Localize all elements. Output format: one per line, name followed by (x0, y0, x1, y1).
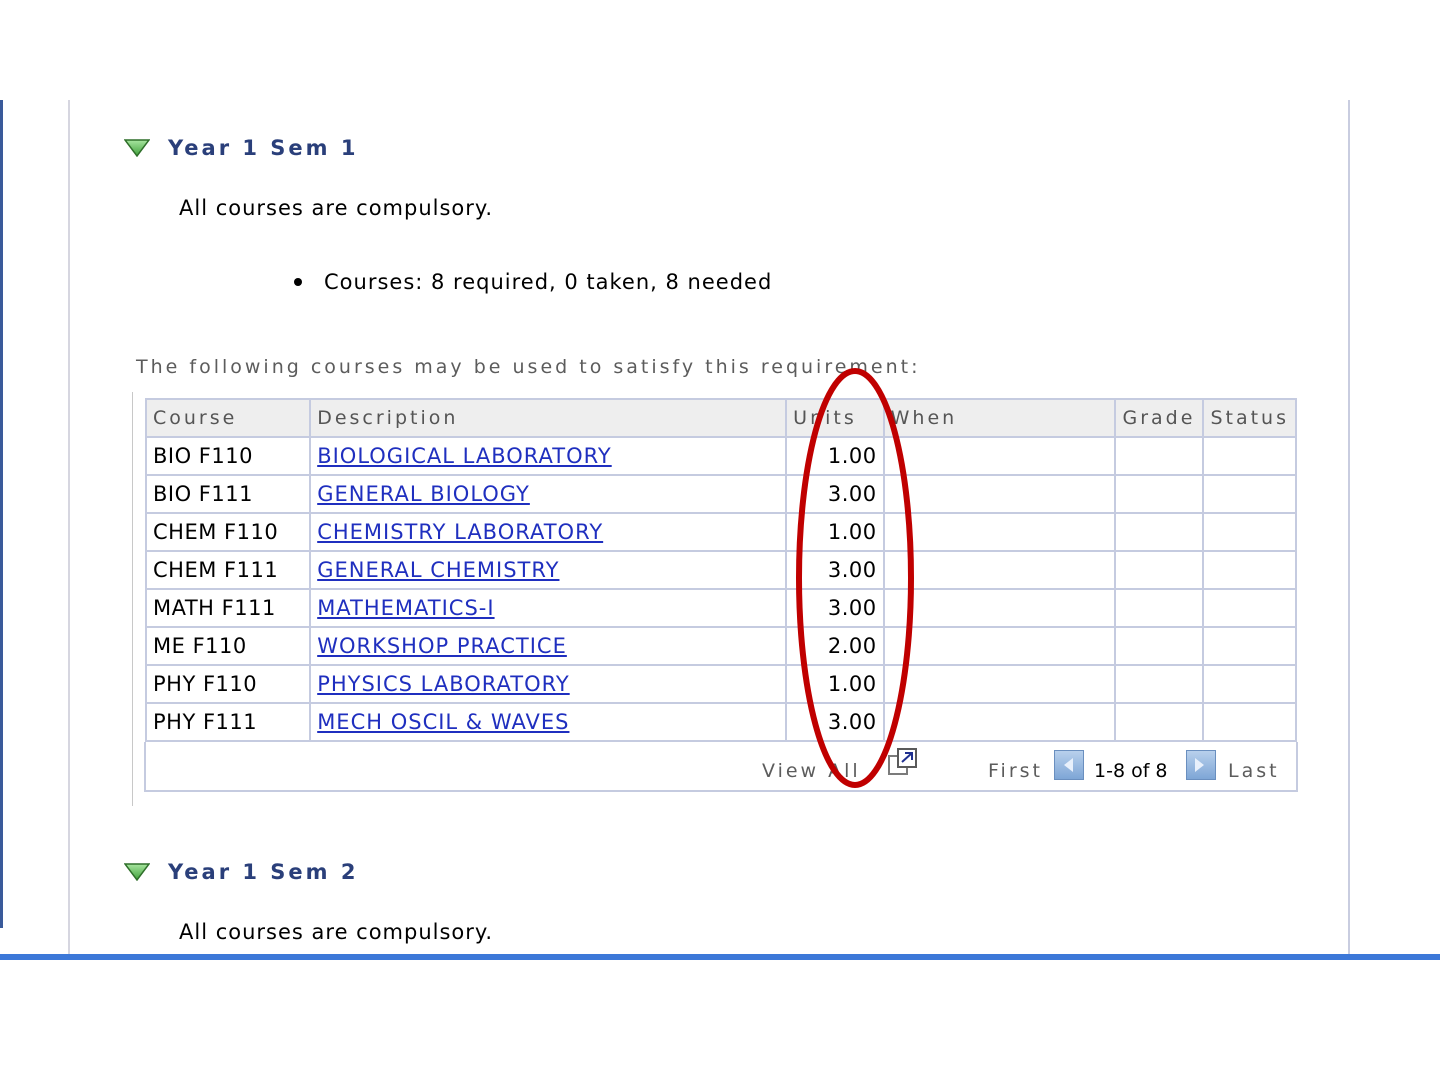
previous-page-button[interactable] (1054, 750, 1084, 780)
next-page-button[interactable] (1186, 750, 1216, 780)
course-description-link[interactable]: GENERAL BIOLOGY (317, 482, 530, 506)
collapse-triangle-icon[interactable] (124, 863, 150, 881)
course-grade (1114, 436, 1205, 476)
arrow-left-icon (1064, 758, 1073, 772)
course-when (882, 626, 1117, 666)
new-window-icon[interactable] (888, 748, 920, 778)
course-when (882, 436, 1117, 476)
course-description-link[interactable]: WORKSHOP PRACTICE (317, 634, 567, 658)
course-status (1202, 626, 1297, 666)
course-description-cell: MATHEMATICS-I (309, 588, 788, 628)
course-code: ME F110 (144, 626, 312, 666)
table-row: BIO F110 BIOLOGICAL LABORATORY 1.00 (144, 436, 1297, 476)
course-description-cell: GENERAL CHEMISTRY (309, 550, 788, 590)
course-grade (1114, 588, 1205, 628)
course-description-link[interactable]: MATHEMATICS-I (317, 596, 494, 620)
course-when (882, 474, 1117, 514)
course-status (1202, 436, 1297, 476)
section-title: Year 1 Sem 2 (168, 860, 359, 884)
header-grade: Grade (1114, 398, 1205, 438)
page-range: 1-8 of 8 (1094, 760, 1168, 782)
course-units: 3.00 (785, 474, 885, 514)
frame-right-border (1348, 100, 1350, 960)
arrow-right-icon (1195, 758, 1204, 772)
requirement-line: Courses: 8 required, 0 taken, 8 needed (294, 270, 772, 294)
bottom-blue-bar (0, 954, 1440, 960)
course-status (1202, 588, 1297, 628)
course-grade (1114, 702, 1205, 742)
course-description-link[interactable]: MECH OSCIL & WAVES (317, 710, 569, 734)
header-status: Status (1202, 398, 1297, 438)
course-description-cell: BIOLOGICAL LABORATORY (309, 436, 788, 476)
first-page-link[interactable]: First (988, 760, 1043, 782)
header-description: Description (309, 398, 788, 438)
course-code: PHY F110 (144, 664, 312, 704)
course-when (882, 702, 1117, 742)
section-title: Year 1 Sem 1 (168, 136, 359, 160)
course-status (1202, 512, 1297, 552)
section-header-year1-sem1[interactable]: Year 1 Sem 1 (124, 136, 358, 160)
frame-left-border (68, 100, 70, 960)
course-description-cell: GENERAL BIOLOGY (309, 474, 788, 514)
course-code: MATH F111 (144, 588, 312, 628)
section-header-year1-sem2[interactable]: Year 1 Sem 2 (124, 860, 358, 884)
course-units: 3.00 (785, 702, 885, 742)
courses-intro-text: The following courses may be used to sat… (136, 356, 921, 378)
course-description-link[interactable]: CHEMISTRY LABORATORY (317, 520, 603, 544)
section-note: All courses are compulsory. (179, 196, 494, 220)
collapse-triangle-icon[interactable] (124, 139, 150, 157)
course-code: PHY F111 (144, 702, 312, 742)
header-course: Course (144, 398, 312, 438)
course-units: 1.00 (785, 512, 885, 552)
course-code: BIO F110 (144, 436, 312, 476)
course-when (882, 664, 1117, 704)
table-header-row: Course Description Units When Grade Stat… (144, 398, 1297, 438)
table-row: BIO F111 GENERAL BIOLOGY 3.00 (144, 474, 1297, 514)
header-when: When (882, 398, 1117, 438)
table-row: PHY F111 MECH OSCIL & WAVES 3.00 (144, 702, 1297, 742)
requirement-text: Courses: 8 required, 0 taken, 8 needed (324, 270, 773, 294)
last-page-link[interactable]: Last (1228, 760, 1280, 782)
table-row: CHEM F110 CHEMISTRY LABORATORY 1.00 (144, 512, 1297, 552)
section-note: All courses are compulsory. (179, 920, 494, 944)
course-grade (1114, 512, 1205, 552)
course-grade (1114, 626, 1205, 666)
course-status (1202, 702, 1297, 742)
course-description-cell: CHEMISTRY LABORATORY (309, 512, 788, 552)
course-status (1202, 664, 1297, 704)
course-description-cell: PHYSICS LABORATORY (309, 664, 788, 704)
course-description-link[interactable]: GENERAL CHEMISTRY (317, 558, 559, 582)
left-border (0, 100, 3, 928)
course-status (1202, 550, 1297, 590)
course-units: 2.00 (785, 626, 885, 666)
table-row: MATH F111 MATHEMATICS-I 3.00 (144, 588, 1297, 628)
course-grade (1114, 474, 1205, 514)
course-when (882, 588, 1117, 628)
course-description-cell: MECH OSCIL & WAVES (309, 702, 788, 742)
view-all-link[interactable]: View All (762, 760, 861, 782)
course-description-cell: WORKSHOP PRACTICE (309, 626, 788, 666)
course-table: Course Description Units When Grade Stat… (144, 398, 1297, 742)
grid-navigation-bar: View All First 1-8 of 8 Last (144, 742, 1298, 792)
table-row: CHEM F111 GENERAL CHEMISTRY 3.00 (144, 550, 1297, 590)
table-row: PHY F110 PHYSICS LABORATORY 1.00 (144, 664, 1297, 704)
course-status (1202, 474, 1297, 514)
course-code: CHEM F111 (144, 550, 312, 590)
course-grade (1114, 550, 1205, 590)
course-when (882, 512, 1117, 552)
course-when (882, 550, 1117, 590)
course-description-link[interactable]: PHYSICS LABORATORY (317, 672, 570, 696)
bullet-icon (294, 278, 302, 286)
header-units: Units (785, 398, 885, 438)
course-units: 3.00 (785, 588, 885, 628)
course-description-link[interactable]: BIOLOGICAL LABORATORY (317, 444, 612, 468)
course-grade (1114, 664, 1205, 704)
table-row: ME F110 WORKSHOP PRACTICE 2.00 (144, 626, 1297, 666)
course-units: 3.00 (785, 550, 885, 590)
course-code: BIO F111 (144, 474, 312, 514)
course-units: 1.00 (785, 436, 885, 476)
course-code: CHEM F110 (144, 512, 312, 552)
course-units: 1.00 (785, 664, 885, 704)
